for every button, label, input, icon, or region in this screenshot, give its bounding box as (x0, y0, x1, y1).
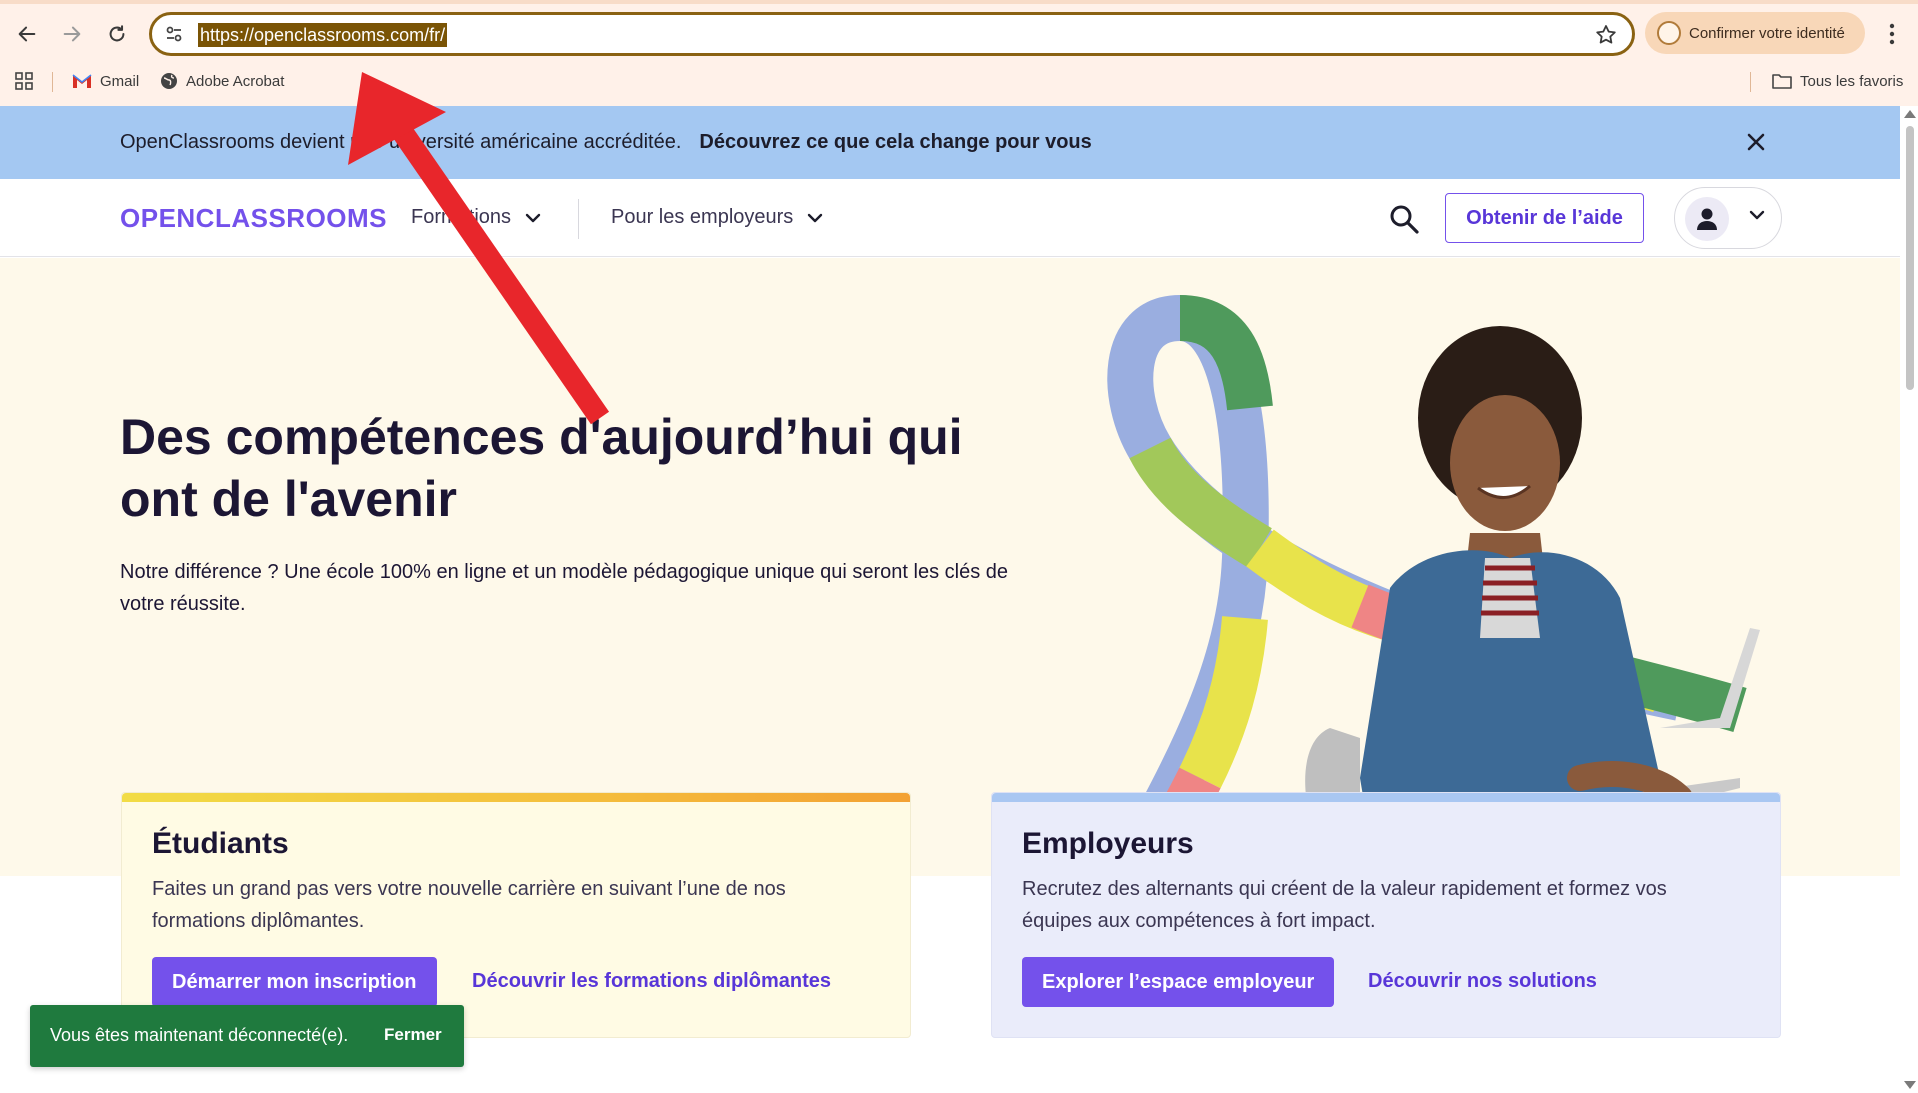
nav-employers[interactable]: Pour les employeurs (611, 206, 823, 229)
close-icon[interactable] (1744, 130, 1768, 154)
profile-sync-icon (1657, 21, 1681, 45)
logout-toast: Vous êtes maintenant déconnecté(e). Ferm… (30, 1005, 464, 1067)
card-accent-bar (992, 793, 1780, 802)
nav-label: Pour les employeurs (611, 206, 794, 228)
chevron-down-icon (1749, 210, 1765, 220)
card-title: Étudiants (152, 827, 289, 860)
reload-icon (109, 25, 125, 42)
web-page: OpenClassrooms devient une université am… (0, 106, 1900, 1093)
chevron-down-icon (808, 213, 823, 222)
scroll-down-icon[interactable] (1904, 1081, 1916, 1089)
reload-button[interactable] (100, 17, 134, 51)
scroll-up-icon[interactable] (1904, 110, 1916, 118)
bookmarks-bar: Gmail Adobe Acrobat Tous les favoris (0, 64, 1918, 98)
banner-link[interactable]: Découvrez ce que cela change pour vous (699, 131, 1091, 153)
search-icon[interactable] (1388, 203, 1420, 235)
account-menu-button[interactable] (1674, 187, 1782, 249)
hero-section: Des compétences d'aujourd’hui qui ont de… (0, 258, 1900, 898)
nav-formations[interactable]: Formations (411, 206, 541, 229)
url-text[interactable]: https://openclassrooms.com/fr/ (198, 23, 448, 47)
bookmark-label: Adobe Acrobat (186, 72, 285, 90)
hero-title: Des compétences d'aujourd’hui qui ont de… (120, 409, 963, 527)
site-settings-icon[interactable] (164, 24, 184, 44)
hero-subtitle: Notre différence ? Une école 100% en lig… (120, 561, 1009, 615)
card-description: Recrutez des alternants qui créent de la… (1022, 878, 1667, 932)
explore-employer-space-button[interactable]: Explorer l’espace employeur (1022, 957, 1335, 1007)
back-button[interactable] (10, 17, 44, 51)
card-accent-bar (122, 793, 910, 802)
chevron-down-icon (525, 213, 541, 222)
get-help-button[interactable]: Obtenir de l’aide (1445, 193, 1644, 243)
banner-text: OpenClassrooms devient une université am… (120, 131, 682, 153)
all-favorites-folder[interactable]: Tous les favoris (1772, 70, 1903, 92)
employers-card: Employeurs Recrutez des alternants qui c… (991, 792, 1781, 1038)
forward-button[interactable] (55, 17, 89, 51)
bookmark-star-icon[interactable] (1594, 23, 1618, 47)
bookmarks-separator (1750, 72, 1751, 92)
globe-icon (161, 73, 177, 89)
bookmarks-separator (52, 72, 53, 92)
site-header: OPENCLASSROOMS Formations Pour les emplo… (0, 179, 1900, 257)
address-bar[interactable]: https://openclassrooms.com/fr/ (149, 12, 1635, 56)
browser-menu-icon[interactable] (1880, 20, 1904, 48)
bookmark-label: Gmail (100, 72, 140, 90)
students-card: Étudiants Faites un grand pas vers votre… (121, 792, 911, 1038)
browser-chrome: https://openclassrooms.com/fr/ Confirmer… (0, 0, 1918, 106)
openclassrooms-logo[interactable]: OPENCLASSROOMS (120, 203, 387, 234)
announcement-banner: OpenClassrooms devient une université am… (0, 106, 1900, 179)
user-icon (1697, 208, 1717, 230)
forward-arrow-icon (63, 26, 81, 42)
start-registration-button[interactable]: Démarrer mon inscription (152, 957, 437, 1007)
discover-degree-programs-link[interactable]: Découvrir les formations diplômantes (472, 970, 831, 993)
gmail-icon (72, 74, 92, 88)
avatar (1685, 197, 1729, 241)
folder-icon (1772, 74, 1792, 89)
back-arrow-icon (18, 26, 36, 42)
tab-strip-edge (0, 0, 1918, 4)
nav-divider (578, 199, 579, 239)
confirm-identity-button[interactable]: Confirmer votre identité (1645, 12, 1865, 54)
apps-grid-icon[interactable] (14, 71, 34, 91)
scroll-thumb[interactable] (1906, 126, 1914, 390)
all-favorites-label: Tous les favoris (1800, 72, 1904, 90)
discover-solutions-link[interactable]: Découvrir nos solutions (1368, 970, 1597, 993)
toast-message: Vous êtes maintenant déconnecté(e). (50, 1025, 349, 1045)
card-title: Employeurs (1022, 827, 1194, 860)
bookmark-adobe-acrobat[interactable]: Adobe Acrobat (160, 70, 284, 92)
banner-message: OpenClassrooms devient une université am… (120, 131, 1092, 154)
bookmark-gmail[interactable]: Gmail (72, 70, 139, 92)
nav-label: Formations (411, 206, 512, 228)
confirm-identity-label: Confirmer votre identité (1689, 24, 1845, 42)
toast-close-button[interactable]: Fermer (384, 1025, 442, 1045)
card-description: Faites un grand pas vers votre nouvelle … (152, 878, 786, 932)
page-scrollbar[interactable] (1900, 106, 1918, 1093)
